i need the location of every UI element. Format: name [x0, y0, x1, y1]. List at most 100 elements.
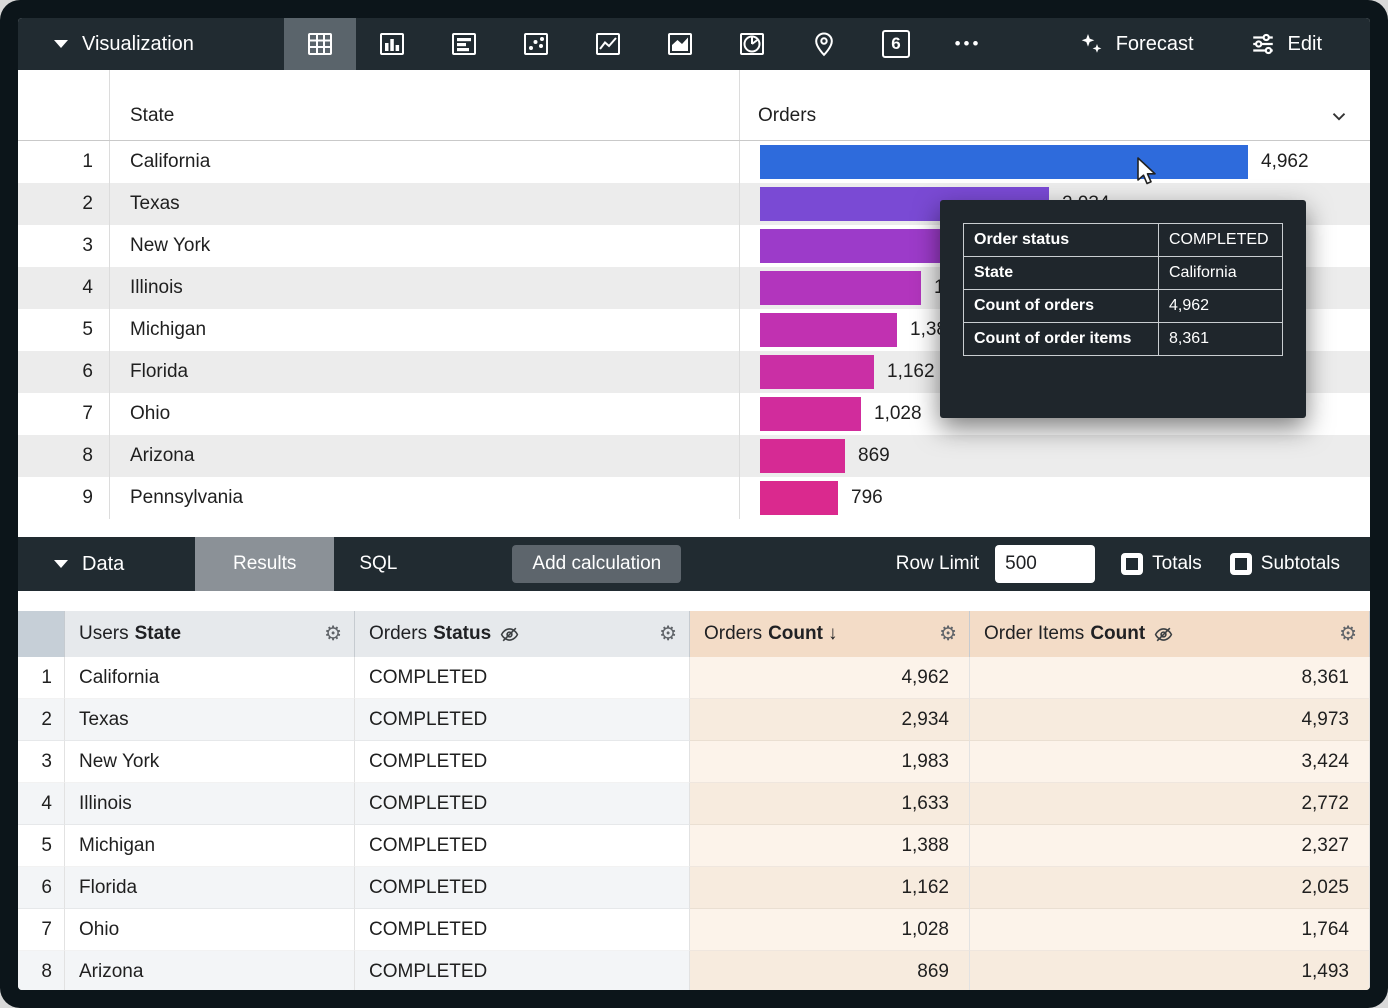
viz-type-map-icon[interactable]: [788, 18, 860, 70]
column-header[interactable]: Orders Count ↓ ⚙: [690, 611, 970, 657]
viz-type-more-icon[interactable]: •••: [932, 18, 1004, 70]
hover-tooltip: Order status COMPLETED State California …: [940, 200, 1306, 418]
data-section-toggle[interactable]: Data: [18, 537, 195, 591]
collapse-caret-icon: [54, 40, 68, 48]
cell-orders-status[interactable]: COMPLETED: [355, 699, 690, 741]
orders-bar[interactable]: [760, 481, 838, 515]
orders-bar-value: 4,962: [1261, 151, 1309, 173]
row-number: 8: [18, 951, 65, 990]
viz-type-single-value-icon[interactable]: 6: [860, 18, 932, 70]
forecast-button[interactable]: Forecast: [1078, 31, 1194, 57]
column-gear-icon[interactable]: ⚙: [939, 624, 957, 644]
orders-bar[interactable]: [760, 355, 874, 389]
cell-orders-count[interactable]: 1,983: [690, 741, 970, 783]
cell-users-state[interactable]: Texas: [65, 699, 355, 741]
cell-order-items-count[interactable]: 2,772: [970, 783, 1370, 825]
row-number-header: [18, 611, 65, 657]
data-table-body: 1 California COMPLETED 4,962 8,361 2 Tex…: [18, 657, 1370, 990]
cell-orders-status[interactable]: COMPLETED: [355, 825, 690, 867]
orders-bar[interactable]: [760, 271, 921, 305]
cell-orders-count[interactable]: 1,162: [690, 867, 970, 909]
cell-orders-status[interactable]: COMPLETED: [355, 657, 690, 699]
tab-results[interactable]: Results: [195, 537, 334, 591]
mouse-cursor: [1132, 156, 1158, 186]
cell-users-state[interactable]: Michigan: [65, 825, 355, 867]
column-header[interactable]: Order Items Count ⚙: [970, 611, 1370, 657]
add-calculation-button[interactable]: Add calculation: [512, 545, 681, 583]
row-number: 7: [18, 909, 65, 951]
cell-order-items-count[interactable]: 4,973: [970, 699, 1370, 741]
subtotals-label: Subtotals: [1261, 553, 1340, 575]
cell-orders-count[interactable]: 869: [690, 951, 970, 990]
column-gear-icon[interactable]: ⚙: [659, 624, 677, 644]
column-gear-icon[interactable]: ⚙: [1339, 624, 1357, 644]
data-table-row: 4 Illinois COMPLETED 1,633 2,772: [18, 783, 1370, 825]
column-gear-icon[interactable]: ⚙: [324, 624, 342, 644]
orders-bar-value: 1,028: [874, 403, 922, 425]
data-table-row: 7 Ohio COMPLETED 1,028 1,764: [18, 909, 1370, 951]
cell-orders-status[interactable]: COMPLETED: [355, 783, 690, 825]
orders-bar[interactable]: [760, 145, 1248, 179]
data-table-row: 6 Florida COMPLETED 1,162 2,025: [18, 867, 1370, 909]
visualization-section-toggle[interactable]: Visualization: [18, 18, 284, 70]
cell-users-state[interactable]: California: [65, 657, 355, 699]
tooltip-row: State California: [964, 257, 1283, 290]
viz-type-line-icon[interactable]: [572, 18, 644, 70]
data-toolbar-right: Row Limit Totals Subtotals: [896, 537, 1370, 591]
row-number: 1: [18, 657, 65, 699]
orders-bar[interactable]: [760, 439, 845, 473]
column-header-prefix: Orders: [704, 623, 762, 645]
row-number: 5: [18, 825, 65, 867]
edit-label: Edit: [1288, 33, 1322, 56]
viz-type-bar-chart-icon[interactable]: [428, 18, 500, 70]
cell-order-items-count[interactable]: 1,764: [970, 909, 1370, 951]
cell-order-items-count[interactable]: 1,493: [970, 951, 1370, 990]
cell-orders-status[interactable]: COMPLETED: [355, 867, 690, 909]
orders-bar[interactable]: [760, 397, 861, 431]
viz-col-state: State: [110, 70, 740, 140]
viz-type-area-icon[interactable]: [644, 18, 716, 70]
row-limit-input[interactable]: [995, 545, 1095, 583]
viz-type-scatter-icon[interactable]: [500, 18, 572, 70]
cell-orders-count[interactable]: 2,934: [690, 699, 970, 741]
tooltip-table: Order status COMPLETED State California …: [963, 223, 1283, 356]
cell-orders-count[interactable]: 1,028: [690, 909, 970, 951]
viz-type-table-icon[interactable]: [284, 18, 356, 70]
subtotals-checkbox[interactable]: Subtotals: [1230, 553, 1340, 575]
viz-row-index: 4: [18, 267, 110, 309]
cell-users-state[interactable]: Florida: [65, 867, 355, 909]
chevron-down-icon[interactable]: [1328, 105, 1350, 127]
cell-orders-status[interactable]: COMPLETED: [355, 909, 690, 951]
tooltip-label: State: [964, 257, 1159, 290]
tab-sql[interactable]: SQL: [334, 537, 422, 591]
cell-orders-status[interactable]: COMPLETED: [355, 741, 690, 783]
cell-order-items-count[interactable]: 8,361: [970, 657, 1370, 699]
results-table: Users State ⚙ Orders Status ⚙ Orders Cou…: [18, 611, 1370, 990]
cell-users-state[interactable]: Arizona: [65, 951, 355, 990]
cell-order-items-count[interactable]: 3,424: [970, 741, 1370, 783]
viz-col-orders: Orders: [758, 105, 816, 127]
cell-order-items-count[interactable]: 2,025: [970, 867, 1370, 909]
orders-bar[interactable]: [760, 313, 897, 347]
cell-users-state[interactable]: New York: [65, 741, 355, 783]
viz-type-column-chart-icon[interactable]: [356, 18, 428, 70]
edit-button[interactable]: Edit: [1250, 31, 1322, 57]
collapse-caret-icon: [54, 560, 68, 568]
cell-orders-status[interactable]: COMPLETED: [355, 951, 690, 990]
cell-orders-count[interactable]: 1,633: [690, 783, 970, 825]
cell-orders-count[interactable]: 1,388: [690, 825, 970, 867]
column-header[interactable]: Orders Status ⚙: [355, 611, 690, 657]
app-window: Visualization: [0, 0, 1388, 1008]
single-value-glyph: 6: [882, 30, 910, 58]
cell-order-items-count[interactable]: 2,327: [970, 825, 1370, 867]
orders-bar[interactable]: [760, 229, 955, 263]
checkbox-icon: [1121, 553, 1143, 575]
cell-users-state[interactable]: Ohio: [65, 909, 355, 951]
tooltip-label: Count of orders: [964, 290, 1159, 323]
totals-checkbox[interactable]: Totals: [1121, 553, 1202, 575]
viz-type-pie-icon[interactable]: [716, 18, 788, 70]
viz-table-row: 8 Arizona 869: [18, 435, 1370, 477]
column-header[interactable]: Users State ⚙: [65, 611, 355, 657]
cell-orders-count[interactable]: 4,962: [690, 657, 970, 699]
cell-users-state[interactable]: Illinois: [65, 783, 355, 825]
